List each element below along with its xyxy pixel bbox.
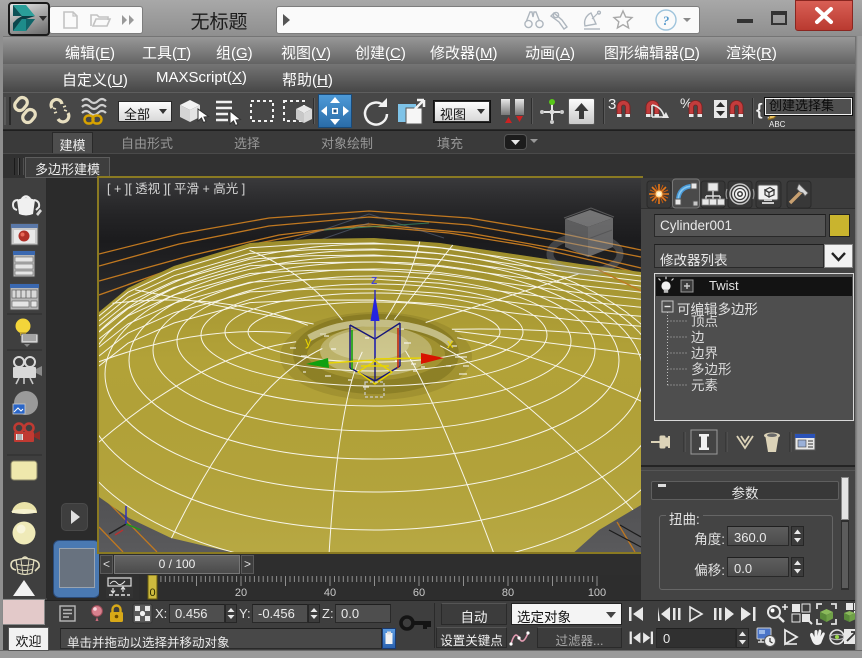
svg-text:20: 20 [235, 587, 247, 599]
svg-text:80: 80 [502, 587, 514, 599]
svg-text:100: 100 [588, 587, 606, 599]
svg-text:3: 3 [608, 96, 616, 113]
svg-text:40: 40 [324, 587, 336, 599]
svg-text:x: x [447, 336, 454, 351]
svg-text:[ + ][ 透视 ][ 平滑 + 高光 ]: [ + ][ 透视 ][ 平滑 + 高光 ] [107, 181, 245, 196]
svg-text:0: 0 [149, 587, 155, 599]
svg-text:ABC: ABC [769, 120, 786, 129]
svg-text:?: ? [663, 13, 670, 28]
svg-text:y: y [305, 334, 312, 349]
svg-text:z: z [371, 272, 378, 287]
svg-text:60: 60 [413, 587, 425, 599]
